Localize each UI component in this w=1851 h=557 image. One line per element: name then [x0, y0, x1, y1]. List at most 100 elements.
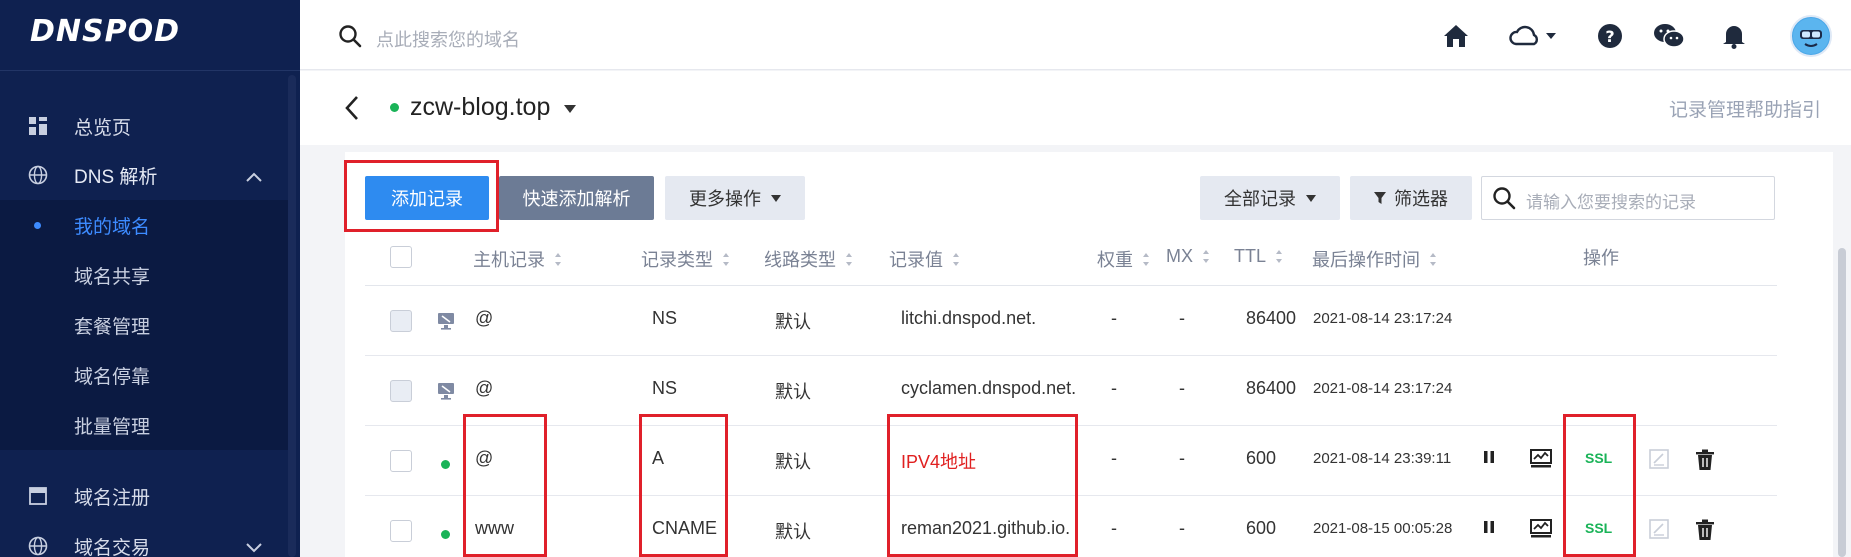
row-checkbox[interactable]: [390, 450, 412, 472]
dashboard-icon: [28, 116, 48, 136]
sidebar-item-registration[interactable]: 域名注册: [0, 471, 288, 521]
cell-line: 默认: [775, 382, 811, 402]
delete-icon[interactable]: [1695, 449, 1715, 476]
sidebar-item-parking[interactable]: 域名停靠: [0, 350, 288, 400]
cell-host: @: [475, 308, 494, 328]
filter-button[interactable]: 筛选器: [1350, 176, 1472, 220]
sidebar-item-packages[interactable]: 套餐管理: [0, 300, 288, 350]
header-weight[interactable]: 权重: [1097, 246, 1149, 272]
all-records-dropdown[interactable]: 全部记录: [1200, 176, 1340, 220]
cell-mx: -: [1179, 378, 1185, 398]
header-line[interactable]: 线路类型: [764, 246, 852, 272]
all-records-label: 全部记录: [1224, 189, 1296, 209]
globe-icon: [28, 536, 48, 556]
cell-line[interactable]: 默认: [775, 518, 811, 544]
filter-label: 筛选器: [1394, 189, 1448, 209]
row-checkbox: [390, 380, 412, 402]
sidebar-item-my-domains[interactable]: 我的域名: [0, 200, 288, 250]
highlight-add-record: [344, 160, 499, 232]
header-label: MX: [1166, 246, 1193, 266]
sidebar-item-label: 套餐管理: [74, 316, 151, 338]
domain-search-input[interactable]: 点此搜索您的域名: [376, 26, 520, 52]
avatar[interactable]: [1790, 15, 1832, 57]
sidebar-item-label: 我的域名: [74, 216, 151, 238]
header-host[interactable]: 主机记录: [473, 246, 561, 272]
search-icon: [1492, 186, 1516, 215]
search-icon[interactable]: [338, 24, 362, 53]
cell-ttl[interactable]: 600: [1246, 448, 1276, 469]
pause-icon[interactable]: [1483, 449, 1495, 470]
record-search-input[interactable]: 请输入您要搜索的记录: [1481, 176, 1775, 220]
select-all-checkbox[interactable]: [390, 246, 412, 268]
system-record-icon: [437, 382, 455, 405]
cell-weight[interactable]: -: [1111, 518, 1117, 539]
header-label: TTL: [1234, 246, 1267, 266]
cell-host: @: [475, 378, 494, 398]
delete-icon[interactable]: [1695, 519, 1715, 546]
sidebar-item-dns[interactable]: DNS 解析: [0, 150, 288, 200]
highlight-ssl-column: [1563, 414, 1636, 557]
window-icon: [28, 486, 48, 506]
edit-icon[interactable]: [1649, 519, 1669, 544]
sidebar-item-batch[interactable]: 批量管理: [0, 400, 288, 450]
cell-weight: -: [1111, 378, 1117, 398]
sort-icon: [555, 252, 561, 266]
domain-status-dot: [390, 103, 399, 112]
cloud-icon[interactable]: [1508, 22, 1558, 50]
home-icon[interactable]: [1442, 22, 1470, 50]
sidebar-item-label: 总览页: [74, 117, 132, 139]
header-value[interactable]: 记录值: [889, 246, 959, 272]
bell-icon[interactable]: [1720, 22, 1748, 50]
header-time[interactable]: 最后操作时间: [1312, 246, 1436, 272]
cell-time: 2021-08-15 00:05:28: [1313, 520, 1453, 537]
cell-value: cyclamen.dnspod.net.: [901, 378, 1077, 398]
more-actions-button[interactable]: 更多操作: [665, 176, 805, 220]
row-checkbox[interactable]: [390, 520, 412, 542]
pause-icon[interactable]: [1483, 519, 1495, 540]
cell-mx[interactable]: -: [1179, 448, 1185, 469]
wechat-icon[interactable]: [1652, 22, 1686, 50]
cell-weight[interactable]: -: [1111, 448, 1117, 469]
help-icon[interactable]: ?: [1596, 22, 1624, 50]
sidebar-item-label: 域名交易: [74, 537, 151, 557]
header-mx[interactable]: MX: [1166, 246, 1209, 267]
header-ttl[interactable]: TTL: [1234, 246, 1283, 267]
monitor-icon[interactable]: [1530, 519, 1552, 544]
domain-dropdown-caret-icon[interactable]: [564, 105, 576, 113]
back-arrow-icon[interactable]: [344, 95, 360, 126]
cell-weight: -: [1111, 308, 1117, 328]
sort-icon: [953, 252, 959, 266]
dnspod-logo[interactable]: DNSPOD: [30, 14, 180, 49]
quick-add-button[interactable]: 快速添加解析: [499, 176, 654, 220]
help-guide-link[interactable]: 记录管理帮助指引: [1669, 95, 1821, 122]
cell-time: 2021-08-14 23:17:24: [1313, 380, 1453, 397]
sidebar-item-trading[interactable]: 域名交易: [0, 521, 288, 557]
highlight-value-column: [887, 414, 1078, 557]
sidebar-item-domain-share[interactable]: 域名共享: [0, 250, 288, 300]
sidebar-item-overview[interactable]: 总览页: [0, 101, 288, 151]
cell-ttl: 86400: [1246, 378, 1297, 398]
cell-line[interactable]: 默认: [775, 448, 811, 474]
table-row[interactable]: @ NS 默认 litchi.dnspod.net. - - 86400 202…: [365, 286, 1777, 356]
monitor-icon[interactable]: [1530, 449, 1552, 474]
sidebar-scrollbar[interactable]: [288, 75, 296, 557]
dns-submenu: 我的域名 域名共享 套餐管理 域名停靠 批量管理: [0, 200, 288, 450]
edit-icon[interactable]: [1649, 449, 1669, 474]
domain-name[interactable]: zcw-blog.top: [410, 93, 550, 122]
header-type[interactable]: 记录类型: [641, 246, 729, 272]
cell-line: 默认: [775, 312, 811, 332]
cell-mx[interactable]: -: [1179, 518, 1185, 539]
highlight-host-column: [463, 414, 547, 557]
sidebar-item-label: DNS 解析: [74, 166, 158, 188]
filter-icon: [1374, 188, 1386, 209]
content-scrollbar[interactable]: [1838, 248, 1846, 557]
cell-mx: -: [1179, 308, 1185, 328]
sort-icon: [1143, 252, 1149, 266]
enabled-status-dot: [441, 530, 450, 539]
cell-ttl[interactable]: 600: [1246, 518, 1276, 539]
sidebar-divider: [0, 70, 300, 71]
cell-type: NS: [652, 378, 678, 398]
header-label: 操作: [1583, 248, 1619, 268]
sort-icon: [1276, 250, 1283, 263]
header-label: 主机记录: [473, 250, 545, 270]
